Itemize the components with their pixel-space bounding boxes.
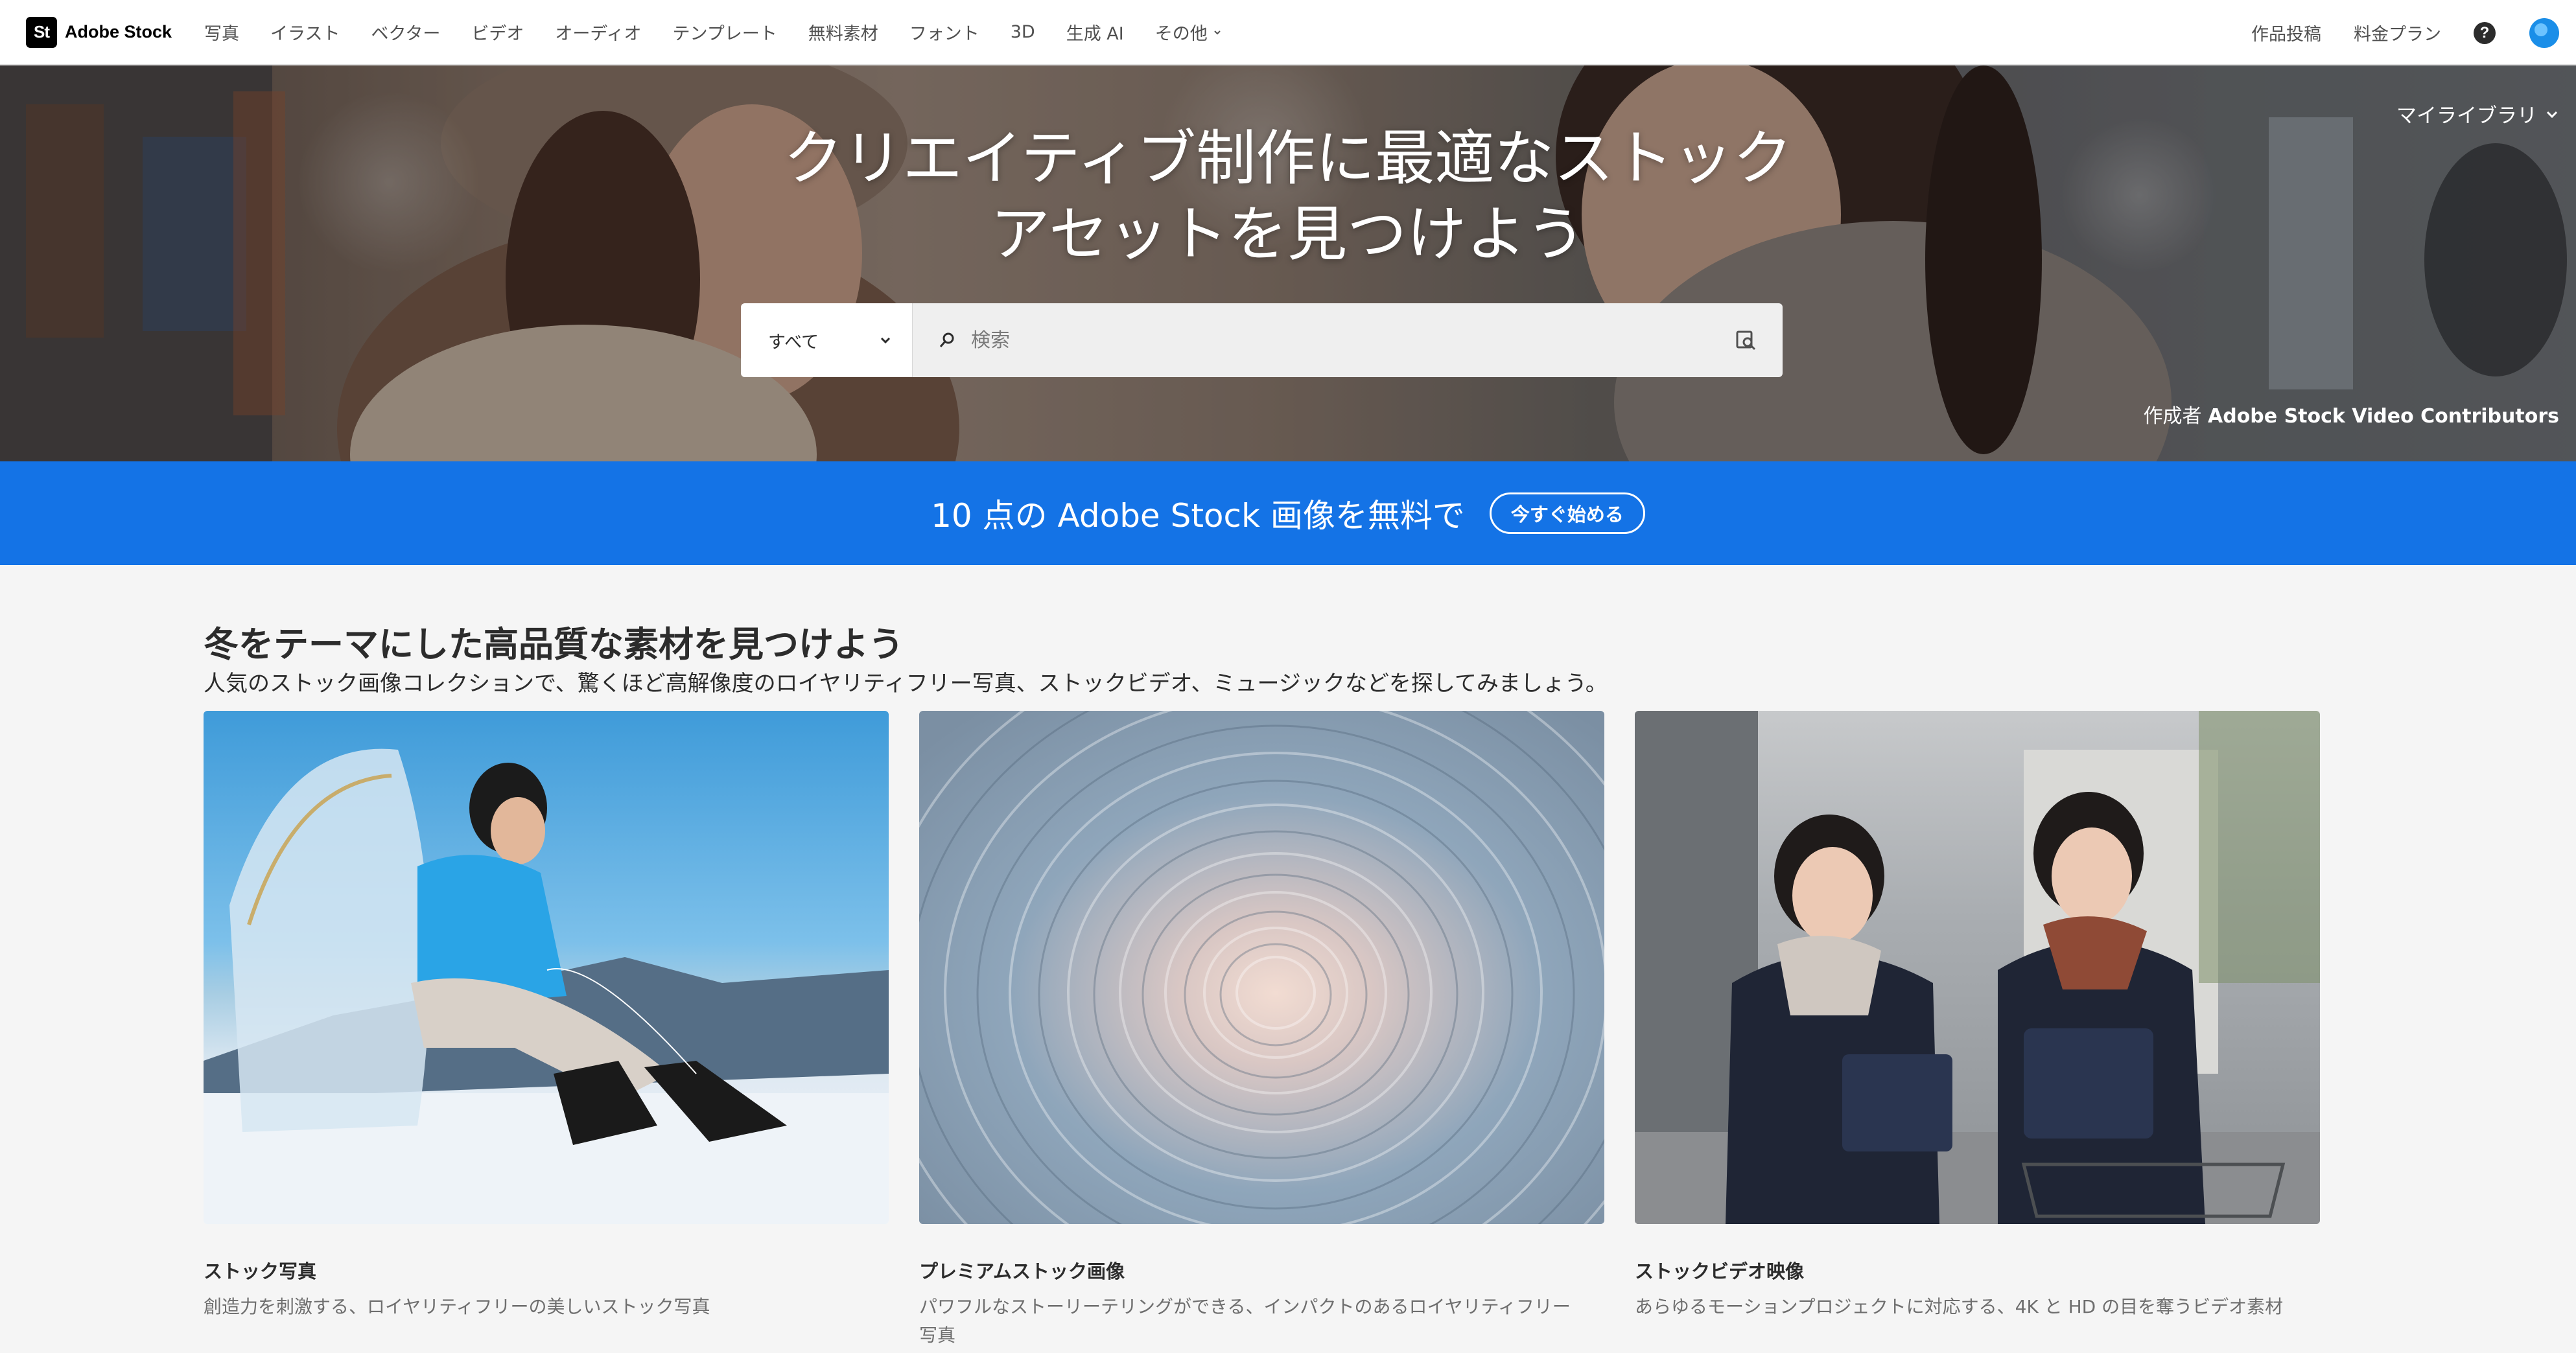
- card-title[interactable]: プレミアムストック画像: [919, 1256, 1604, 1284]
- hero-banner: マイライブラリ クリエイティブ制作に最適なストック アセットを見つけよう すべて…: [0, 65, 2576, 461]
- card-premium-images[interactable]: プレミアムストック画像 パワフルなストーリーテリングができる、インパクトのあるロ…: [919, 711, 1604, 1350]
- section-title: 冬をテーマにした高品質な素材を見つけよう: [204, 624, 904, 665]
- nav-link-more-label: その他: [1154, 24, 1208, 44]
- card-description: パワフルなストーリーテリングができる、インパクトのあるロイヤリティフリー写真: [919, 1296, 1571, 1346]
- search-category-dropdown[interactable]: すべて: [741, 303, 913, 377]
- nav-link-photos[interactable]: 写真: [204, 19, 239, 45]
- promo-banner: 10 点の Adobe Stock 画像を無料で 今すぐ始める: [0, 461, 2576, 565]
- nav-link-audio[interactable]: オーディオ: [555, 19, 641, 45]
- hero-title-line-1: クリエイティブ制作に最適なストック: [783, 124, 1793, 193]
- card-stock-video[interactable]: ストックビデオ映像 あらゆるモーションプロジェクトに対応する、4K と HD の…: [1635, 711, 2320, 1321]
- nav-link-videos[interactable]: ビデオ: [471, 19, 524, 45]
- nav-link-generative-ai[interactable]: 生成 AI: [1066, 19, 1124, 45]
- chevron-down-icon: [880, 337, 891, 344]
- hero-title-line-2: アセットを見つけよう: [990, 200, 1586, 269]
- card-description: 創造力を刺激する、ロイヤリティフリーの美しいストック写真: [204, 1296, 710, 1317]
- hero-credit: 作成者 Adobe Stock Video Contributors: [2143, 400, 2559, 428]
- card-image-ice-fishing[interactable]: [204, 711, 889, 1224]
- nav-link-fonts[interactable]: フォント: [909, 19, 979, 45]
- search-bar: すべて: [741, 303, 1783, 377]
- card-title[interactable]: ストックビデオ映像: [1635, 1256, 2320, 1284]
- nav-link-more[interactable]: その他: [1155, 19, 1222, 45]
- ice-fishing-photo: [204, 748, 889, 1224]
- help-icon[interactable]: ?: [2474, 21, 2496, 44]
- search-icon: [939, 332, 954, 347]
- nav-link-3d[interactable]: 3D: [1011, 19, 1035, 45]
- nav-link-free[interactable]: 無料素材: [808, 19, 878, 45]
- nav-links: 写真 イラスト ベクター ビデオ オーディオ テンプレート 無料素材 フォント …: [204, 19, 1253, 45]
- nav-link-illustrations[interactable]: イラスト: [270, 19, 340, 45]
- avatar[interactable]: [2529, 17, 2559, 48]
- card-description: あらゆるモーションプロジェクトに対応する、4K と HD の目を奪うビデオ素材: [1635, 1296, 2284, 1317]
- start-now-button[interactable]: 今すぐ始める: [1489, 492, 1645, 534]
- nav-link-contribute[interactable]: 作品投稿: [2251, 20, 2321, 45]
- hero-title: クリエイティブ制作に最適なストック アセットを見つけよう: [0, 121, 2576, 272]
- visual-search-icon[interactable]: [1735, 329, 1758, 352]
- top-nav: St Adobe Stock 写真 イラスト ベクター ビデオ オーディオ テン…: [0, 0, 2576, 65]
- students-photo: [1635, 711, 2320, 1224]
- nav-link-vectors[interactable]: ベクター: [371, 19, 441, 45]
- hero-credit-prefix: 作成者: [2143, 405, 2202, 428]
- search-input[interactable]: [971, 329, 1735, 352]
- nav-link-pricing[interactable]: 料金プラン: [2354, 20, 2441, 45]
- tunnel-photo: [919, 711, 1604, 1224]
- card-title[interactable]: ストック写真: [204, 1256, 889, 1284]
- nav-right: 作品投稿 料金プラン ?: [2251, 0, 2576, 65]
- card-image-students[interactable]: [1635, 711, 2320, 1224]
- nav-link-templates[interactable]: テンプレート: [673, 19, 777, 45]
- hero-credit-name[interactable]: Adobe Stock Video Contributors: [2208, 405, 2559, 428]
- promo-text: 10 点の Adobe Stock 画像を無料で: [931, 497, 1465, 535]
- card-stock-photos[interactable]: ストック写真 創造力を刺激する、ロイヤリティフリーの美しいストック写真: [204, 711, 889, 1321]
- adobe-stock-logo-text: Adobe Stock: [65, 22, 172, 41]
- chevron-down-icon: [2546, 111, 2558, 118]
- adobe-stock-logo-mark: St: [26, 16, 57, 48]
- adobe-stock-logo[interactable]: St Adobe Stock: [26, 16, 172, 48]
- chevron-down-icon: [1214, 30, 1221, 34]
- search-field: [913, 303, 1783, 377]
- section-subtitle: 人気のストック画像コレクションで、驚くほど高解像度のロイヤリティフリー写真、スト…: [204, 671, 1608, 697]
- search-category-value: すべて: [768, 332, 819, 353]
- card-image-tunnel[interactable]: [919, 711, 1604, 1224]
